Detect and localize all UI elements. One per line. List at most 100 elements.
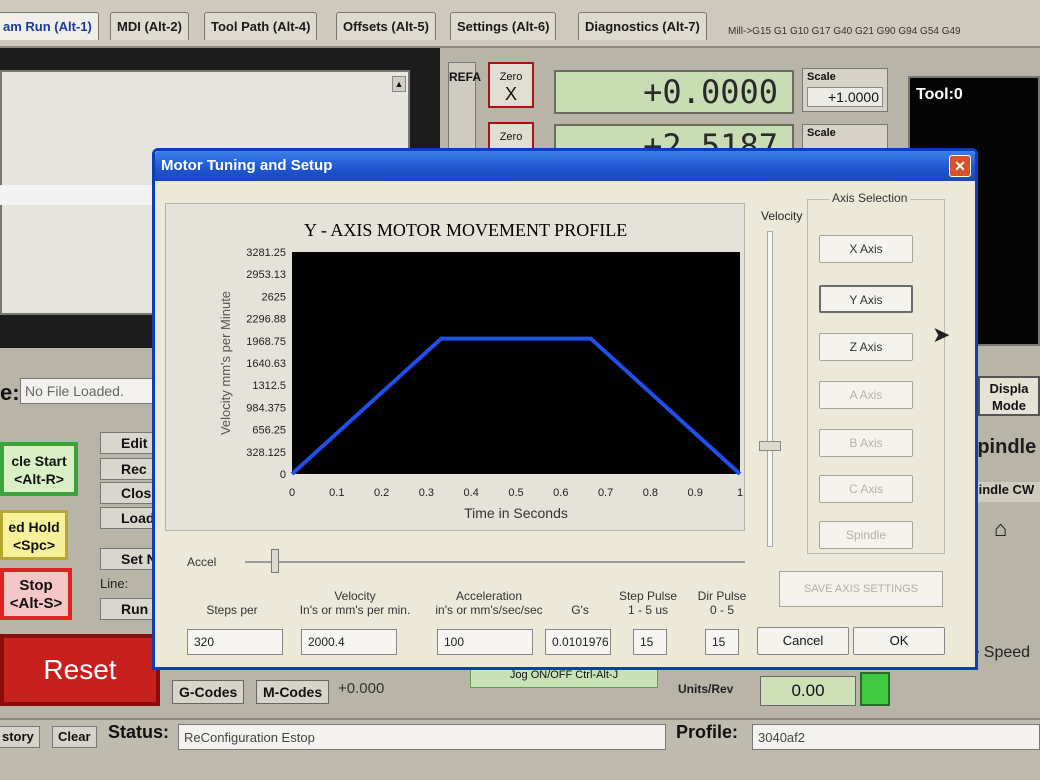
profile-label: Profile: <box>676 722 739 742</box>
chart-title: Y - AXIS MOTOR MOVEMENT PROFILE <box>304 220 627 240</box>
y-tick-label: 656.25 <box>252 425 286 437</box>
y-tick-label: 1968.75 <box>246 336 286 348</box>
accel-slider-label: Accel <box>187 555 217 569</box>
y-tick-label: 0 <box>280 469 286 481</box>
x-tick-label: 1 <box>737 487 743 499</box>
step-pulse-header-2: 1 - 5 us <box>627 603 669 617</box>
x-tick-label: 0.8 <box>643 487 658 499</box>
gcode-value: +0.000 <box>338 680 385 697</box>
dro-x[interactable]: +0.0000 <box>554 70 794 114</box>
cycle-start-label: cle Start <box>11 453 67 469</box>
x-tick-label: 0.2 <box>374 487 389 499</box>
ok-button[interactable]: OK <box>853 627 945 655</box>
axis-selection-label: Axis Selection <box>829 191 911 205</box>
tab-bar: am Run (Alt-1) MDI (Alt-2) Tool Path (Al… <box>0 0 1040 48</box>
stop-button[interactable]: Stop <Alt-S> <box>0 568 72 620</box>
accel-slider-track[interactable] <box>245 561 745 563</box>
feed-hold-button[interactable]: ed Hold <Spc> <box>0 510 68 560</box>
file-label: e: <box>0 380 20 405</box>
cancel-button[interactable]: Cancel <box>757 627 849 655</box>
axis-letter: X <box>504 84 517 104</box>
acceleration-header-1: Acceleration <box>455 589 523 603</box>
display-mode-button[interactable]: Displa Mode <box>978 376 1040 416</box>
step-pulse-field[interactable]: 15 <box>633 629 667 655</box>
accel-slider-thumb[interactable] <box>271 549 279 573</box>
tab-diagnostics[interactable]: Diagnostics (Alt-7) <box>578 12 707 40</box>
steps-per-header: Steps per <box>206 603 258 617</box>
x-tick-label: 0.1 <box>329 487 344 499</box>
units-rev-label: Units/Rev <box>678 682 734 696</box>
close-icon[interactable]: ✕ <box>949 155 971 177</box>
save-axis-settings-button[interactable]: SAVE AXIS SETTINGS <box>779 571 943 607</box>
x-tick-label: 0.5 <box>508 487 523 499</box>
y-tick-label: 1640.63 <box>246 358 286 370</box>
velocity-slider-thumb[interactable] <box>759 441 781 451</box>
b-axis-button[interactable]: B Axis <box>819 429 913 457</box>
dir-pulse-header: Dir Pulse 0 - 5 <box>687 589 757 617</box>
tab-settings[interactable]: Settings (Alt-6) <box>450 12 557 40</box>
gs-header: G's <box>571 603 589 617</box>
y-tick-label: 2296.88 <box>246 314 286 326</box>
dir-pulse-field[interactable]: 15 <box>705 629 739 655</box>
gs-field[interactable]: 0.0101976 <box>545 629 611 655</box>
x-axis-button[interactable]: X Axis <box>819 235 913 263</box>
motor-tuning-dialog: Motor Tuning and Setup ✕ Y - AXIS MOTOR … <box>152 148 978 670</box>
x-axis-label: Time in Seconds <box>464 505 568 521</box>
tab-tool-path[interactable]: Tool Path (Alt-4) <box>204 12 318 40</box>
velocity-header: Velocity In's or mm's per min. <box>295 589 415 617</box>
mcodes-button[interactable]: M-Codes <box>256 680 330 704</box>
status-field: ReConfiguration Estop <box>178 724 666 750</box>
scale-label: Scale <box>807 71 836 83</box>
velocity-slider-track[interactable] <box>767 231 773 547</box>
zero-label: Zero <box>499 131 523 143</box>
stop-hotkey: <Alt-S> <box>9 595 63 612</box>
tab-mdi[interactable]: MDI (Alt-2) <box>110 12 189 40</box>
status-led <box>860 672 890 706</box>
scale-x-value[interactable]: +1.0000 <box>807 87 883 107</box>
clear-button[interactable]: Clear <box>52 726 97 748</box>
line-label: Line: <box>100 576 129 591</box>
chart-svg: Y - AXIS MOTOR MOVEMENT PROFILE 0 328.125… <box>218 220 743 521</box>
y-tick-label: 984.375 <box>246 402 286 414</box>
stop-label: Stop <box>19 577 53 594</box>
dir-pulse-header-2: 0 - 5 <box>709 603 734 617</box>
z-axis-button[interactable]: Z Axis <box>819 333 913 361</box>
history-button[interactable]: story <box>0 726 40 748</box>
ref-all-home-button[interactable]: REFA <box>448 62 481 152</box>
a-axis-button[interactable]: A Axis <box>819 381 913 409</box>
x-tick-label: 0.4 <box>464 487 479 499</box>
profile-field: 3040af2 <box>752 724 1040 750</box>
dir-pulse-header-1: Dir Pulse <box>697 589 747 603</box>
reset-button[interactable]: Reset <box>0 634 160 706</box>
home-icon[interactable]: ⌂ <box>994 516 1007 542</box>
y-axis-button[interactable]: Y Axis <box>819 285 913 313</box>
units-rev-value[interactable]: 0.00 <box>760 676 856 706</box>
tab-program-run[interactable]: am Run (Alt-1) <box>0 12 99 40</box>
velocity-header-2: In's or mm's per min. <box>299 603 411 617</box>
velocity-field[interactable]: 2000.4 <box>301 629 397 655</box>
display-mode-label-2: Mode <box>992 398 1026 413</box>
mouse-cursor-icon: ➤ <box>932 322 951 347</box>
x-tick-label: 0.3 <box>419 487 434 499</box>
gcodes-button[interactable]: G-Codes <box>172 680 245 704</box>
y-tick-label: 2625 <box>262 291 286 303</box>
motor-profile-chart: Y - AXIS MOTOR MOVEMENT PROFILE 0 328.125… <box>165 203 745 531</box>
file-field: No File Loaded. <box>20 378 160 404</box>
dialog-title-bar[interactable]: Motor Tuning and Setup ✕ <box>155 151 975 181</box>
tab-offsets[interactable]: Offsets (Alt-5) <box>336 12 436 40</box>
scale-x: Scale +1.0000 <box>802 68 888 112</box>
acceleration-header: Acceleration in's or mm's/sec/sec <box>427 589 551 617</box>
x-tick-label: 0.6 <box>553 487 568 499</box>
jog-toggle-button[interactable]: Jog ON/OFF Ctrl-Alt-J <box>470 668 658 688</box>
scroll-up-icon[interactable]: ▲ <box>392 76 406 92</box>
step-pulse-header-1: Step Pulse <box>618 589 678 603</box>
zero-x-button[interactable]: Zero X <box>488 62 534 108</box>
cycle-start-button[interactable]: cle Start <Alt-R> <box>0 442 78 496</box>
spindle-axis-button[interactable]: Spindle <box>819 521 913 549</box>
zero-label: Zero <box>499 71 523 83</box>
gcode-highlight-line <box>0 185 165 205</box>
steps-per-field[interactable]: 320 <box>187 629 283 655</box>
x-tick-label: 0.9 <box>688 487 703 499</box>
c-axis-button[interactable]: C Axis <box>819 475 913 503</box>
acceleration-field[interactable]: 100 <box>437 629 533 655</box>
